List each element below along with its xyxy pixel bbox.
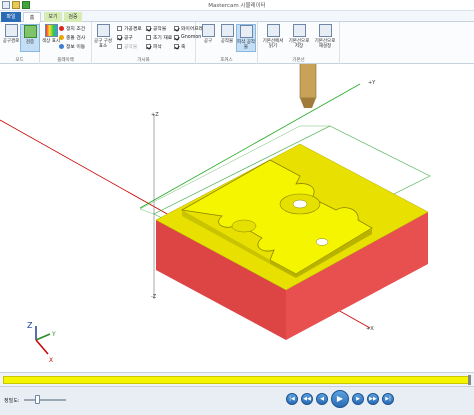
toolpath-icon [4, 24, 18, 37]
focus-workpiece-button[interactable]: 공작물 [217, 24, 237, 52]
notch-left [231, 219, 257, 233]
workpiece-focus-icon [220, 24, 234, 37]
color-icon [44, 24, 58, 37]
group-baseline: 기본선에서 읽기 기본선으로 저장 기본선으로 재설정 기본선 [258, 22, 340, 64]
baseline-save-icon [292, 24, 306, 37]
tab-home[interactable]: 홈 [23, 12, 41, 22]
hole-small [315, 238, 329, 246]
tool-tip [300, 98, 316, 108]
step-forward-button[interactable]: ▶▶ [367, 393, 379, 405]
z-plus-label: +Z [151, 112, 159, 118]
scene-graphic: +Z -Z +Y +X Z Y X [0, 64, 431, 364]
speed-label: 정밀도: [4, 398, 20, 404]
y-plus-label: +Y [368, 80, 376, 86]
group-label-focus: 포커스 [220, 58, 233, 63]
baseline-save-button[interactable]: 기본선으로 저장 [286, 24, 312, 52]
tool-focus-icon [201, 24, 215, 37]
tab-file[interactable]: 파일 [1, 12, 21, 22]
timeline-thumb[interactable] [468, 375, 471, 385]
checkbox-axis[interactable]: 축 [174, 42, 185, 50]
focus-stock-button[interactable]: 피삭 공작물 [236, 24, 256, 52]
tab-view[interactable]: 보기 [44, 12, 62, 22]
verify-mode-button[interactable]: 검증 [20, 24, 40, 52]
checkbox-icon [146, 25, 151, 31]
baseline-read-icon [266, 24, 280, 37]
info-move-button[interactable]: 정보 이동 [59, 42, 85, 50]
color-display-button[interactable]: 색상 표시 [41, 24, 61, 52]
gnomon-z-label: Z [27, 321, 33, 330]
checkbox-stock[interactable]: 피삭 [146, 42, 162, 50]
group-label-playback: 플레이백 [57, 58, 74, 63]
info-move-icon [59, 43, 64, 49]
checkbox-fixture[interactable]: 공작물 [117, 42, 137, 50]
x-plus-label: +X [366, 326, 374, 332]
group-label-mode: 모드 [15, 58, 24, 63]
tool-holder [299, 64, 317, 99]
checkbox-toolpath[interactable]: 가공경로 [117, 24, 142, 32]
timeline-track[interactable] [0, 372, 474, 386]
gnomon-x [35, 339, 49, 355]
checkbox-workpiece[interactable]: 공작물 [146, 24, 166, 32]
stop-condition-button[interactable]: 정지 조건 [59, 24, 85, 32]
speed-slider-knob[interactable] [35, 395, 41, 404]
stock-focus-icon [239, 25, 253, 38]
verify-icon [23, 25, 37, 38]
playback-controls: |◀ ◀◀ ◀ ▶ ▶ ▶▶ ▶| [286, 390, 394, 408]
group-visibility: 공구 구성 표소 가공경로 공구 공작물 공작물 초기 재료 피삭 와이어프레임… [92, 22, 207, 64]
checkbox-icon [174, 34, 179, 40]
window-title: Mastercam 시뮬레이터 [208, 3, 266, 9]
z-minus-label: -Z [151, 294, 157, 300]
gnomon: Z Y X [27, 321, 56, 364]
checkbox-icon [174, 25, 179, 31]
gnomon-x-label: X [49, 357, 53, 364]
ribbon-tabs: 파일 홈 보기 검증 [0, 11, 474, 22]
simulation-viewport[interactable]: +Z -Z +Y +X Z Y X [0, 64, 474, 372]
baseline-reset-button[interactable]: 기본선으로 재설정 [312, 24, 338, 52]
group-label-baseline: 기본선 [292, 58, 305, 63]
progress-bar [3, 376, 471, 384]
checkbox-icon [146, 34, 151, 40]
tool-config-icon [96, 24, 110, 37]
group-focus: 공구 공작물 피삭 공작물 포커스 [196, 22, 258, 64]
ribbon: 공구경로 검증 모드 색상 표시 정지 조건 충돌 검사 정보 이동 플레이백 [0, 22, 474, 64]
tool-config-button[interactable]: 공구 구성 표소 [93, 24, 113, 52]
first-button[interactable]: |◀ [286, 393, 298, 405]
focus-tool-button[interactable]: 공구 [198, 24, 218, 52]
checkbox-icon [117, 34, 122, 40]
baseline-reset-icon [318, 24, 332, 37]
group-label-visibility: 가시화 [137, 58, 150, 63]
collision-check-button[interactable]: 충돌 검사 [59, 33, 85, 41]
play-button[interactable]: ▶ [331, 390, 349, 408]
checkbox-icon [174, 43, 179, 49]
group-playback: 색상 표시 정지 조건 충돌 검사 정보 이동 플레이백 [40, 22, 92, 64]
gnomon-y [35, 333, 51, 341]
stop-condition-icon [59, 25, 64, 31]
toolpath-mode-button[interactable]: 공구경로 [1, 24, 21, 52]
step-back-button[interactable]: ◀◀ [301, 393, 313, 405]
back-button[interactable]: ◀ [316, 393, 328, 405]
checkbox-initial-stock[interactable]: 초기 재료 [146, 33, 172, 41]
checkbox-tool[interactable]: 공구 [117, 33, 133, 41]
baseline-read-button[interactable]: 기본선에서 읽기 [260, 24, 286, 52]
hole-center [292, 199, 308, 209]
collision-icon [59, 34, 64, 40]
checkbox-icon [117, 43, 122, 49]
group-mode: 공구경로 검증 모드 [0, 22, 40, 64]
last-button[interactable]: ▶| [382, 393, 394, 405]
checkbox-icon [146, 43, 151, 49]
title-bar: Mastercam 시뮬레이터 [0, 0, 474, 11]
checkbox-icon [117, 25, 122, 31]
forward-button[interactable]: ▶ [352, 393, 364, 405]
tab-verify[interactable]: 검증 [64, 12, 82, 22]
status-bar: 정밀도: |◀ ◀◀ ◀ ▶ ▶ ▶▶ ▶| [0, 386, 474, 415]
speed-slider[interactable] [24, 395, 66, 404]
gnomon-y-label: Y [51, 331, 56, 338]
